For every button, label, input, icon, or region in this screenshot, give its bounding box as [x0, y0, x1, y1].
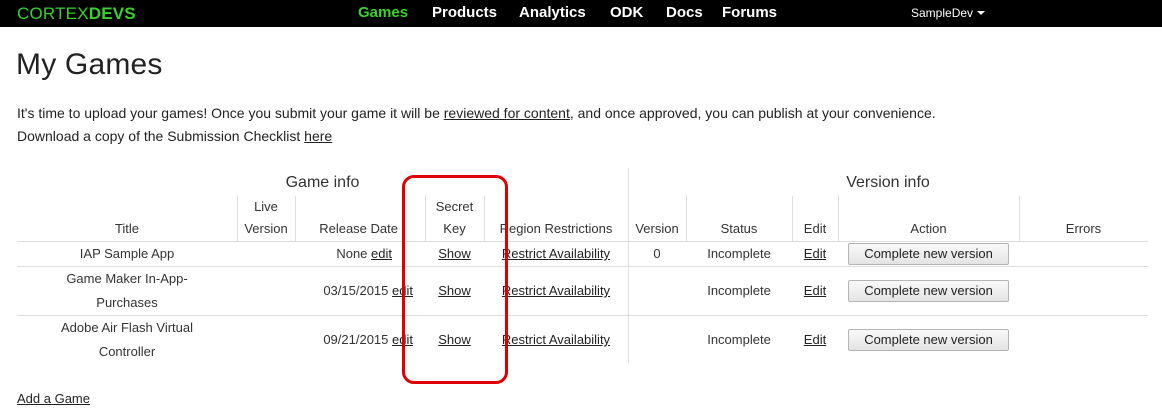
intro-text-before: It's time to upload your games! Once you…: [17, 105, 444, 121]
header-action: Action: [910, 221, 947, 236]
nav-forums[interactable]: Forums: [722, 4, 777, 22]
user-name: SampleDev: [911, 6, 974, 20]
reviewed-for-content-link[interactable]: reviewed for content: [444, 105, 570, 121]
nav-odk[interactable]: ODK: [610, 4, 643, 22]
checklist-text: Download a copy of the Submission Checkl…: [17, 127, 332, 145]
nav-products[interactable]: Products: [432, 4, 497, 22]
header-live-version-line1: Live: [254, 199, 278, 214]
row-status: Incomplete: [707, 283, 771, 298]
group-header-game-info: Game info: [285, 174, 360, 191]
row-title-line1: Adobe Air Flash Virtual: [61, 320, 193, 335]
row-title-line1: Game Maker In-App-: [66, 271, 188, 286]
restrict-availability-link[interactable]: Restrict Availability: [502, 246, 610, 261]
page-title: My Games: [16, 48, 163, 81]
logo-part2: DEVS: [88, 4, 136, 23]
restrict-availability-link[interactable]: Restrict Availability: [502, 283, 610, 298]
edit-version-link[interactable]: Edit: [804, 332, 826, 347]
edit-version-link[interactable]: Edit: [804, 283, 826, 298]
checklist-text-label: Download a copy of the Submission Checkl…: [17, 128, 305, 144]
complete-new-version-button[interactable]: Complete new version: [848, 280, 1009, 302]
restrict-availability-link[interactable]: Restrict Availability: [502, 332, 610, 347]
header-errors: Errors: [1065, 221, 1102, 236]
caret-down-icon: [977, 10, 986, 15]
checklist-here-link[interactable]: here: [304, 128, 332, 144]
nav-analytics[interactable]: Analytics: [519, 4, 586, 22]
row-status: Incomplete: [707, 246, 771, 261]
row-edit: Edit: [792, 242, 838, 265]
header-version: Version: [635, 221, 679, 236]
top-nav-bar: CORTEXDEVS Games Products Analytics ODK …: [0, 0, 1162, 27]
complete-new-version-button[interactable]: Complete new version: [848, 243, 1009, 265]
secret-key-highlight-annotation: [402, 175, 508, 384]
header-edit: Edit: [803, 221, 827, 236]
user-menu[interactable]: SampleDev: [911, 6, 986, 21]
nav-docs[interactable]: Docs: [666, 4, 703, 22]
cortexdevs-logo[interactable]: CORTEXDEVS: [17, 4, 136, 23]
release-date-value: 09/21/2015: [323, 332, 389, 347]
row-title-line2: Purchases: [96, 295, 158, 310]
header-title: Title: [114, 221, 140, 236]
release-date-value: 03/15/2015: [323, 283, 389, 298]
row-status: Incomplete: [707, 332, 771, 347]
logo-part1: CORTEX: [17, 4, 89, 23]
intro-text-after: , and once approved, you can publish at …: [569, 105, 936, 121]
header-status: Status: [720, 221, 758, 236]
group-header-version-info: Version info: [846, 174, 930, 191]
row-version: 0: [653, 246, 661, 261]
intro-text: It's time to upload your games! Once you…: [17, 104, 936, 122]
nav-games[interactable]: Games: [358, 4, 408, 22]
release-date-edit-link[interactable]: edit: [371, 246, 392, 261]
row-edit: Edit: [792, 279, 838, 302]
row-title-line2: Controller: [98, 344, 156, 359]
row-title: IAP Sample App: [79, 246, 175, 261]
row-edit: Edit: [792, 328, 838, 351]
add-game-link[interactable]: Add a Game: [17, 389, 90, 409]
complete-new-version-button[interactable]: Complete new version: [848, 329, 1009, 351]
edit-version-link[interactable]: Edit: [804, 246, 826, 261]
header-live-version-line2: Version: [244, 221, 288, 236]
release-date-value: None: [336, 246, 368, 261]
